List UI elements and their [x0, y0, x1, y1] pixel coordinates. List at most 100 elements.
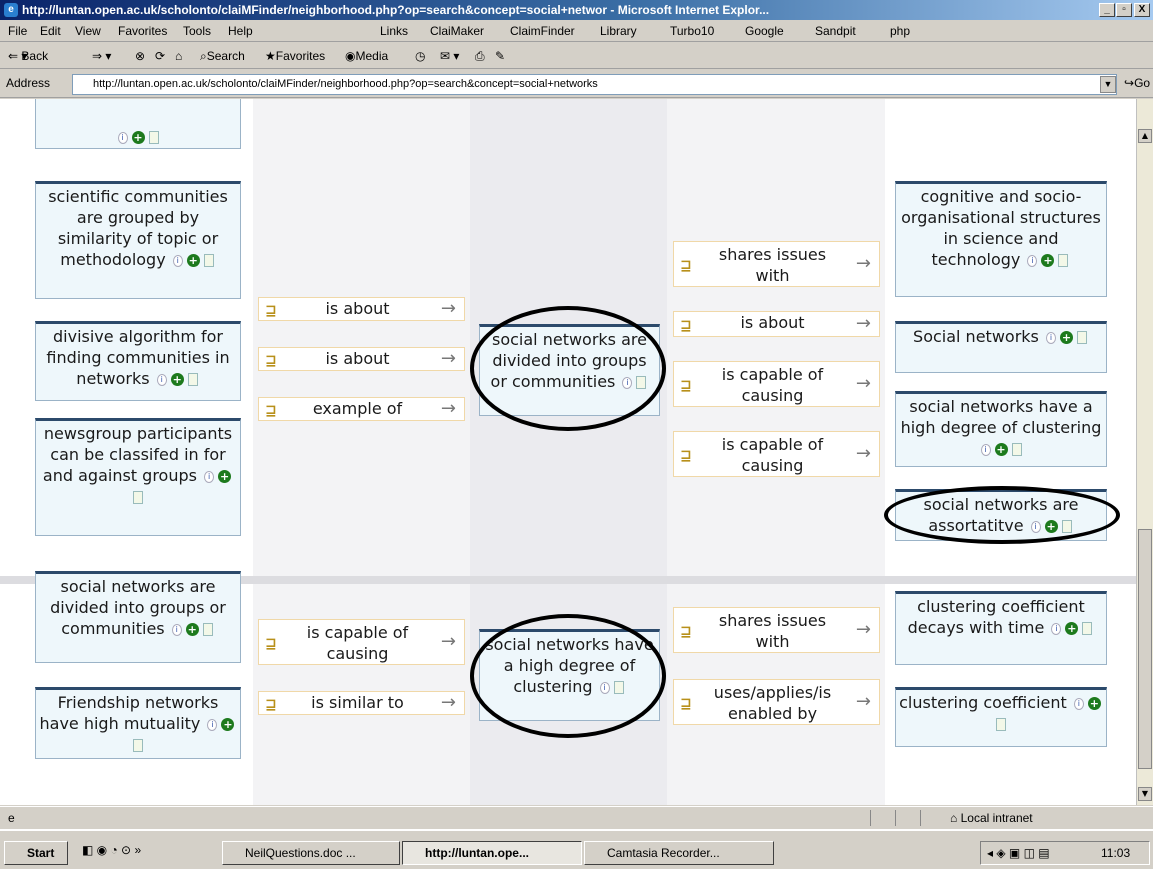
link-right-6[interactable]: ⊒ uses/applies/is enabled by → — [673, 679, 880, 725]
menu-tools[interactable]: Tools — [183, 20, 211, 42]
plus-icon[interactable]: + — [221, 718, 235, 731]
link-right-4[interactable]: ⊒ is capable of causing → — [673, 431, 880, 477]
favorites-button[interactable]: ★ Favorites — [265, 43, 325, 69]
info-icon[interactable]: i — [622, 376, 633, 389]
link-turbo10[interactable]: Turbo10 — [670, 20, 714, 42]
quicklaunch-icons[interactable]: ◧ ◉ ◔ ⊙ » — [82, 843, 141, 857]
node-left-3[interactable]: newsgroup participants can be classifed … — [35, 418, 241, 536]
address-input[interactable]: http://luntan.open.ac.uk/scholonto/claiM… — [72, 74, 1117, 95]
mail-icon[interactable]: ✉ ▾ — [440, 43, 459, 69]
plus-icon[interactable]: + — [170, 373, 184, 386]
doc-icon[interactable] — [148, 131, 159, 144]
menu-help[interactable]: Help — [228, 20, 253, 42]
doc-icon[interactable] — [1058, 254, 1069, 267]
doc-icon[interactable] — [1011, 443, 1022, 456]
plus-icon[interactable]: + — [1044, 520, 1058, 533]
plus-icon[interactable]: + — [1059, 331, 1073, 344]
info-icon[interactable]: i — [172, 254, 183, 267]
link-claimfinder[interactable]: ClaimFinder — [510, 20, 575, 42]
info-icon[interactable]: i — [1051, 622, 1062, 635]
address-dropdown-icon[interactable]: ▼ — [1100, 76, 1116, 93]
link-sandpit[interactable]: Sandpit — [815, 20, 856, 42]
node-right-4[interactable]: social networks are assortatitve i + — [895, 489, 1107, 541]
link-left-1[interactable]: ⊒ is about → — [258, 297, 465, 321]
task-neilquestions[interactable]: NeilQuestions.doc ... — [222, 841, 400, 865]
node-center-1[interactable]: social networks are divided into groups … — [479, 324, 660, 416]
tray-icons[interactable]: ◂ ◈ ▣ ◫ ▤ — [987, 846, 1050, 860]
link-left-4[interactable]: ⊒ is capable of causing → — [258, 619, 465, 665]
menu-edit[interactable]: Edit — [40, 20, 61, 42]
plus-icon[interactable]: + — [1041, 254, 1055, 267]
doc-icon[interactable] — [1076, 331, 1087, 344]
doc-icon[interactable] — [1061, 520, 1072, 533]
info-icon[interactable]: i — [599, 681, 610, 694]
scroll-up-icon[interactable]: ▲ — [1138, 129, 1152, 143]
node-left-5[interactable]: Friendship networks have high mutuality … — [35, 687, 241, 759]
maximize-icon[interactable]: ▫ — [1116, 3, 1132, 17]
home-icon[interactable]: ⌂ — [175, 43, 182, 69]
start-button[interactable]: Start — [4, 841, 68, 865]
close-icon[interactable]: X — [1134, 3, 1150, 17]
info-icon[interactable]: i — [1045, 331, 1056, 344]
plus-icon[interactable]: + — [185, 623, 199, 636]
link-library[interactable]: Library — [600, 20, 637, 42]
info-icon[interactable]: i — [1030, 520, 1041, 533]
link-google[interactable]: Google — [745, 20, 784, 42]
doc-icon[interactable] — [133, 491, 143, 504]
link-right-1[interactable]: ⊒ shares issues with → — [673, 241, 880, 287]
node-left-4[interactable]: social networks are divided into groups … — [35, 571, 241, 663]
node-left-2[interactable]: divisive algorithm for finding communiti… — [35, 321, 241, 401]
plus-icon[interactable]: + — [218, 470, 232, 483]
doc-icon[interactable] — [202, 623, 213, 636]
task-camtasia[interactable]: Camtasia Recorder... — [584, 841, 774, 865]
scroll-thumb[interactable] — [1138, 529, 1152, 769]
vertical-scrollbar[interactable]: ▲ ▼ — [1136, 99, 1153, 805]
stop-icon[interactable]: ⊗ — [135, 43, 145, 69]
link-right-2[interactable]: ⊒ is about → — [673, 311, 880, 337]
plus-icon[interactable]: + — [1065, 622, 1079, 635]
link-claimaker[interactable]: ClaiMaker — [430, 20, 484, 42]
node-left-1[interactable]: scientific communities are grouped by si… — [35, 181, 241, 299]
link-php[interactable]: php — [890, 20, 910, 42]
plus-icon[interactable]: + — [994, 443, 1008, 456]
info-icon[interactable]: i — [171, 623, 182, 636]
node-right-5[interactable]: clustering coefficient decays with time … — [895, 591, 1107, 665]
node-center-2[interactable]: social networks have a high degree of cl… — [479, 629, 660, 721]
link-left-3[interactable]: ⊒ example of → — [258, 397, 465, 421]
info-icon[interactable]: i — [156, 373, 167, 386]
search-button[interactable]: ⌕ Search — [200, 43, 245, 69]
back-button[interactable]: ⇐ Back ▾ — [8, 43, 48, 69]
doc-icon[interactable] — [1082, 622, 1093, 635]
forward-icon[interactable]: ⇒ ▾ — [92, 43, 111, 69]
doc-icon[interactable] — [203, 254, 214, 267]
doc-icon[interactable] — [133, 739, 143, 752]
node-right-1[interactable]: cognitive and socio-organisational struc… — [895, 181, 1107, 297]
node-right-2[interactable]: Social networks i + — [895, 321, 1107, 373]
info-icon[interactable]: i — [1073, 697, 1084, 710]
refresh-icon[interactable]: ⟳ — [155, 43, 165, 69]
info-icon[interactable]: i — [1027, 254, 1038, 267]
node-right-3[interactable]: social networks have a high degree of cl… — [895, 391, 1107, 467]
plus-icon[interactable]: + — [131, 131, 145, 144]
info-icon[interactable]: i — [204, 470, 215, 483]
node-right-6[interactable]: clustering coefficient i + — [895, 687, 1107, 747]
window-title-bar[interactable]: e http://luntan.open.ac.uk/scholonto/cla… — [0, 0, 1153, 20]
edit-icon[interactable]: ✎ — [495, 43, 505, 69]
minimize-icon[interactable]: _ — [1099, 3, 1115, 17]
info-icon[interactable]: i — [980, 443, 991, 456]
menu-view[interactable]: View — [75, 20, 101, 42]
info-icon[interactable]: i — [207, 718, 218, 731]
print-icon[interactable]: ⎙ — [475, 43, 485, 69]
partial-node[interactable]: i + — [35, 99, 241, 149]
link-left-5[interactable]: ⊒ is similar to → — [258, 691, 465, 715]
doc-icon[interactable] — [996, 718, 1006, 731]
doc-icon[interactable] — [613, 681, 624, 694]
doc-icon[interactable] — [636, 376, 647, 389]
task-browser[interactable]: http://luntan.ope... — [402, 841, 582, 865]
media-button[interactable]: ◉ Media — [345, 43, 388, 69]
info-icon[interactable]: i — [117, 131, 128, 144]
history-icon[interactable]: ◷ — [415, 43, 425, 69]
link-right-3[interactable]: ⊒ is capable of causing → — [673, 361, 880, 407]
doc-icon[interactable] — [187, 373, 198, 386]
link-left-2[interactable]: ⊒ is about → — [258, 347, 465, 371]
